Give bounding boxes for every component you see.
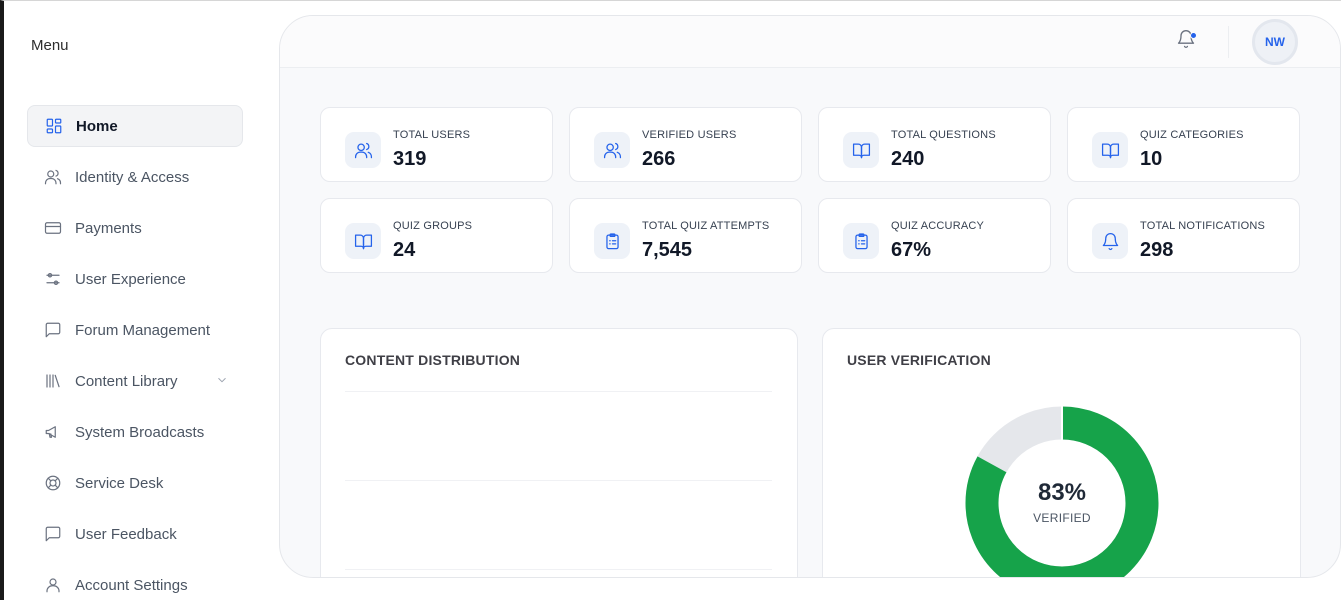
- sidebar-item-label: Payments: [75, 219, 142, 237]
- users-icon: [345, 132, 381, 168]
- divider: [1228, 26, 1229, 58]
- message-square-icon: [43, 320, 63, 340]
- sidebar-item-content-library[interactable]: Content Library: [27, 360, 243, 402]
- bell-icon: [1092, 223, 1128, 259]
- credit-card-icon: [43, 218, 63, 238]
- chart-gridline: [345, 480, 772, 481]
- top-bar: NW: [280, 16, 1340, 68]
- sidebar: Menu Home Identity & Access Payments Use…: [8, 1, 278, 600]
- stat-label: QUIZ ACCURACY: [891, 220, 985, 232]
- stat-value: 319: [393, 148, 427, 170]
- avatar[interactable]: NW: [1252, 19, 1298, 65]
- stat-label: TOTAL QUIZ ATTEMPTS: [642, 220, 770, 232]
- stat-label: TOTAL QUESTIONS: [891, 129, 996, 141]
- sidebar-item-payments[interactable]: Payments: [27, 207, 243, 249]
- stat-value: 240: [891, 148, 925, 170]
- library-icon: [43, 371, 63, 391]
- chart-gridline: [345, 391, 772, 392]
- sidebar-item-account-settings[interactable]: Account Settings: [27, 564, 243, 600]
- book-open-icon: [843, 132, 879, 168]
- stat-value: 298: [1140, 239, 1174, 261]
- panel-title: CONTENT DISTRIBUTION: [345, 352, 521, 368]
- verified-percent: 83%: [1037, 479, 1087, 506]
- stat-value: 67%: [891, 239, 932, 261]
- stat-card-quiz-groups: QUIZ GROUPS 24: [320, 198, 553, 273]
- book-open-icon: [1092, 132, 1128, 168]
- stat-value: 10: [1140, 148, 1163, 170]
- chevron-down-icon[interactable]: [215, 373, 229, 387]
- stat-label: TOTAL NOTIFICATIONS: [1140, 220, 1266, 232]
- sidebar-item-label: System Broadcasts: [75, 423, 205, 441]
- stat-card-verified-users: VERIFIED USERS 266: [569, 107, 802, 182]
- clipboard-list-icon: [594, 223, 630, 259]
- sidebar-item-identity-access[interactable]: Identity & Access: [27, 156, 243, 198]
- stat-card-quiz-categories: QUIZ CATEGORIES 10: [1067, 107, 1300, 182]
- notifications-button[interactable]: [1176, 29, 1200, 53]
- stat-label: QUIZ GROUPS: [393, 220, 473, 232]
- sidebar-item-label: Identity & Access: [75, 168, 190, 186]
- stat-card-quiz-accuracy: QUIZ ACCURACY 67%: [818, 198, 1051, 273]
- chart-gridline: [345, 569, 772, 570]
- sidebar-item-label: Forum Management: [75, 321, 211, 339]
- stat-card-total-notifications: TOTAL NOTIFICATIONS 298: [1067, 198, 1300, 273]
- app-window: Menu Home Identity & Access Payments Use…: [0, 0, 1341, 600]
- stat-label: QUIZ CATEGORIES: [1140, 129, 1244, 141]
- users-icon: [594, 132, 630, 168]
- notification-dot: [1190, 32, 1197, 39]
- verification-donut: 83% VERIFIED: [964, 405, 1160, 577]
- message-square-icon: [43, 524, 63, 544]
- stat-label: TOTAL USERS: [393, 129, 471, 141]
- sidebar-item-system-broadcasts[interactable]: System Broadcasts: [27, 411, 243, 453]
- sliders-icon: [43, 269, 63, 289]
- stat-card-total-questions: TOTAL QUESTIONS 240: [818, 107, 1051, 182]
- sidebar-item-label: Account Settings: [75, 576, 188, 594]
- sidebar-item-user-feedback[interactable]: User Feedback: [27, 513, 243, 555]
- sidebar-title: Menu: [31, 37, 69, 54]
- sidebar-item-label: Home: [76, 117, 118, 135]
- user-verification-panel: USER VERIFICATION 83% VERIFIED: [822, 328, 1301, 577]
- stat-label: VERIFIED USERS: [642, 129, 737, 141]
- sidebar-item-forum-management[interactable]: Forum Management: [27, 309, 243, 351]
- main-panel: NW TOTAL USERS 319 VERIFIED USERS 266 TO…: [279, 15, 1341, 578]
- sidebar-item-label: Content Library: [75, 372, 178, 390]
- stat-value: 266: [642, 148, 676, 170]
- verified-label: VERIFIED: [1033, 511, 1091, 525]
- dashboard-icon: [44, 116, 64, 136]
- book-open-icon: [345, 223, 381, 259]
- megaphone-icon: [43, 422, 63, 442]
- sidebar-item-label: User Experience: [75, 270, 186, 288]
- lifebuoy-icon: [43, 473, 63, 493]
- sidebar-item-service-desk[interactable]: Service Desk: [27, 462, 243, 504]
- sidebar-item-label: Service Desk: [75, 474, 164, 492]
- users-icon: [43, 167, 63, 187]
- sidebar-item-user-experience[interactable]: User Experience: [27, 258, 243, 300]
- sidebar-item-home[interactable]: Home: [27, 105, 243, 147]
- stat-value: 7,545: [642, 239, 693, 261]
- panel-title: USER VERIFICATION: [847, 352, 991, 368]
- stat-card-total-quiz-attempts: TOTAL QUIZ ATTEMPTS 7,545: [569, 198, 802, 273]
- user-icon: [43, 575, 63, 595]
- clipboard-list-icon: [843, 223, 879, 259]
- content-distribution-panel: CONTENT DISTRIBUTION: [320, 328, 798, 577]
- stat-card-total-users: TOTAL USERS 319: [320, 107, 553, 182]
- sidebar-item-label: User Feedback: [75, 525, 177, 543]
- stat-value: 24: [393, 239, 416, 261]
